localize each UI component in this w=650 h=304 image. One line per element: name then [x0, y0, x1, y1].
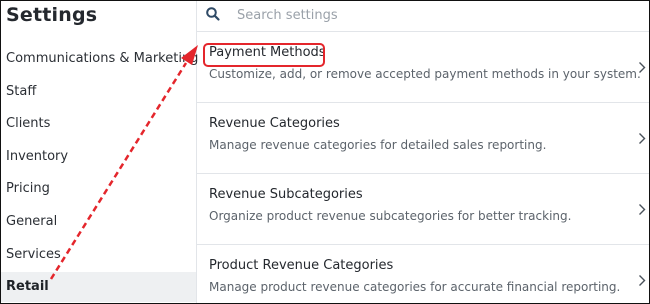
sidebar-title: Settings	[6, 4, 98, 26]
settings-row-title: Payment Methods	[209, 45, 326, 60]
search-bar	[197, 1, 649, 32]
settings-row-product-revenue-categories[interactable]: Product Revenue Categories Manage produc…	[197, 245, 649, 303]
settings-row-revenue-subcategories[interactable]: Revenue Subcategories Organize product r…	[197, 174, 649, 245]
settings-row-description: Organize product revenue subcategories f…	[209, 209, 572, 223]
settings-row-description: Manage product revenue categories for ac…	[209, 280, 621, 294]
sidebar-item-clients[interactable]: Clients	[1, 109, 196, 139]
settings-window: Settings Communications & Marketing Staf…	[0, 0, 650, 304]
settings-row-revenue-categories[interactable]: Revenue Categories Manage revenue catego…	[197, 103, 649, 174]
search-input[interactable]	[237, 5, 627, 25]
chevron-right-icon	[639, 62, 646, 73]
sidebar-item-general[interactable]: General	[1, 207, 196, 237]
chevron-right-icon	[639, 275, 646, 286]
settings-row-title: Revenue Categories	[209, 116, 340, 131]
settings-row-title: Revenue Subcategories	[209, 187, 363, 202]
settings-row-description: Manage revenue categories for detailed s…	[209, 138, 547, 152]
sidebar-item-services[interactable]: Services	[1, 240, 196, 270]
sidebar-item-communications-marketing[interactable]: Communications & Marketing	[1, 44, 198, 74]
settings-row-description: Customize, add, or remove accepted payme…	[209, 67, 641, 81]
sidebar-item-pricing[interactable]: Pricing	[1, 174, 196, 204]
chevron-right-icon	[639, 133, 646, 144]
sidebar-item-inventory[interactable]: Inventory	[1, 142, 196, 172]
sidebar-item-staff[interactable]: Staff	[1, 77, 196, 107]
settings-row-title: Product Revenue Categories	[209, 258, 394, 273]
search-icon	[206, 7, 220, 21]
settings-row-payment-methods[interactable]: Payment Methods Customize, add, or remov…	[197, 32, 649, 103]
sidebar: Settings Communications & Marketing Staf…	[1, 1, 198, 303]
chevron-right-icon	[639, 204, 646, 215]
sidebar-item-retail[interactable]: Retail	[1, 272, 196, 302]
main-panel: Payment Methods Customize, add, or remov…	[197, 1, 649, 303]
